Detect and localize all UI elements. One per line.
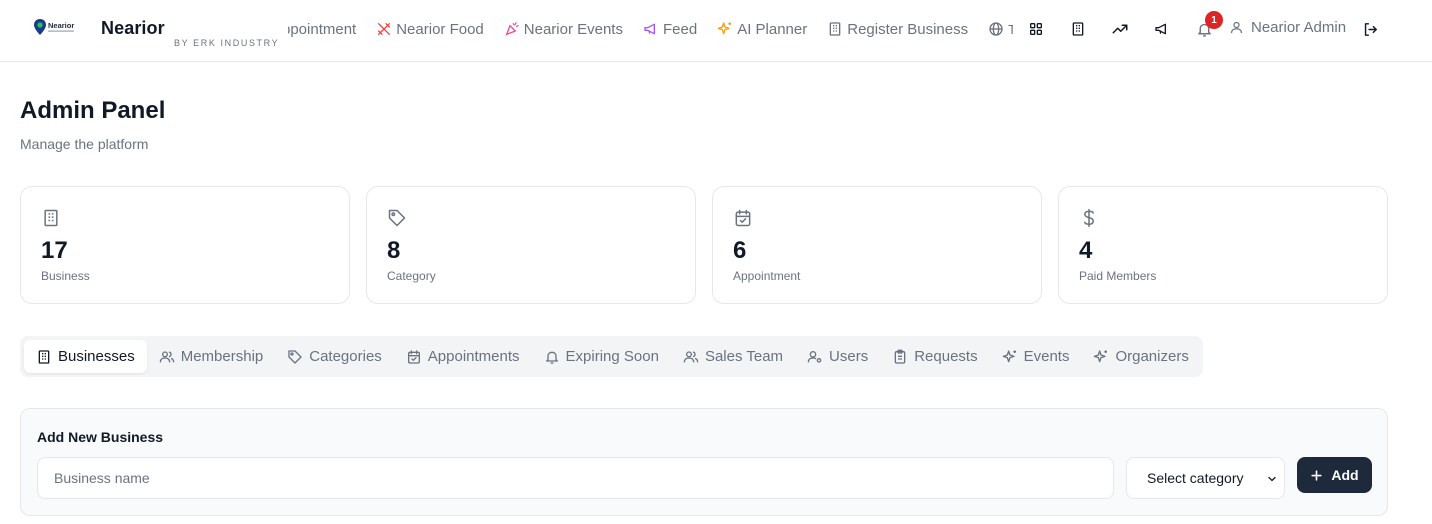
- building-icon: [829, 22, 841, 36]
- sparkles-icon: [1002, 349, 1016, 362]
- tag-icon: [288, 349, 302, 364]
- logout-icon: [1364, 22, 1377, 36]
- nav-link-ai-planner[interactable]: AI Planner: [717, 21, 807, 38]
- plus-icon: [1311, 469, 1323, 481]
- megaphone-icon: [1155, 23, 1166, 35]
- globe-icon: [989, 22, 1003, 36]
- user-menu[interactable]: Nearior Admin: [1229, 19, 1346, 36]
- tab-label: Events: [1023, 348, 1070, 365]
- nav-link-label: Nearior Food: [396, 20, 484, 38]
- admin-tabs: Businesses Membership Categories Appoint…: [20, 336, 1203, 377]
- tab-organizers[interactable]: Organizers: [1081, 340, 1200, 373]
- tab-sales-team[interactable]: Sales Team: [671, 340, 795, 373]
- add-business-button[interactable]: Add: [1297, 457, 1372, 493]
- stat-label: Appointment: [733, 269, 801, 283]
- announcements-button[interactable]: [1153, 20, 1171, 38]
- tab-label: Sales Team: [704, 348, 784, 365]
- sparkles-icon: [717, 22, 732, 35]
- stat-card-paid-members: 4 Paid Members: [1058, 186, 1388, 304]
- nav-link-register-business[interactable]: Register Business: [827, 21, 968, 38]
- users-icon: [683, 350, 699, 362]
- calendar-check-icon: [733, 208, 753, 228]
- building-icon: [1072, 22, 1084, 36]
- tab-users[interactable]: Users: [795, 340, 880, 373]
- bell-icon: [545, 351, 558, 364]
- brand-name[interactable]: Nearior: [101, 18, 165, 39]
- main-nav: ppointment Nearior Food Nearior Events F…: [288, 18, 1013, 40]
- stat-label: Category: [387, 269, 436, 283]
- business-button[interactable]: [1069, 20, 1087, 38]
- page-subtitle: Manage the platform: [20, 136, 149, 152]
- building-icon: [41, 208, 61, 228]
- chevron-down-icon: [1268, 476, 1276, 482]
- stat-value: 17: [41, 237, 68, 264]
- form-title: Add New Business: [37, 429, 164, 445]
- nav-link-label: Register Business: [847, 20, 969, 38]
- nav-link-label: ppointment: [288, 20, 357, 38]
- nav-link-appointment[interactable]: ppointment: [288, 21, 356, 38]
- language-label: TR: [1008, 21, 1013, 37]
- tab-label: Appointments: [427, 348, 520, 365]
- analytics-button[interactable]: [1111, 20, 1129, 38]
- brand-logo[interactable]: Nearior: [33, 16, 79, 38]
- tab-label: Expiring Soon: [565, 348, 659, 365]
- nav-link-nearior-food[interactable]: Nearior Food: [376, 21, 484, 38]
- nav-link-label: Nearior Events: [523, 20, 623, 38]
- tab-expiring-soon[interactable]: Expiring Soon: [532, 340, 671, 373]
- language-switcher[interactable]: TR: [988, 21, 1013, 37]
- tab-businesses[interactable]: Businesses: [24, 340, 147, 373]
- party-icon: [505, 22, 519, 36]
- business-name-input[interactable]: [37, 457, 1114, 499]
- tab-requests[interactable]: Requests: [880, 340, 989, 373]
- tab-categories[interactable]: Categories: [275, 340, 394, 373]
- category-select[interactable]: Select category: [1126, 457, 1285, 499]
- stat-label: Paid Members: [1079, 269, 1157, 283]
- stat-value: 4: [1079, 237, 1093, 264]
- add-business-form: Add New Business Select category Add: [20, 408, 1388, 516]
- user-name: Nearior Admin: [1251, 19, 1347, 36]
- tab-label: Users: [829, 348, 869, 365]
- user-icon: [1230, 21, 1243, 34]
- notification-badge: 1: [1205, 11, 1223, 29]
- top-navbar: Nearior Nearior BY ERK INDUSTRY ppointme…: [0, 0, 1432, 62]
- logo-text: Nearior: [48, 21, 74, 30]
- users-icon: [159, 350, 175, 362]
- tab-label: Organizers: [1115, 348, 1189, 365]
- trending-up-icon: [1112, 24, 1128, 34]
- stat-label: Business: [41, 269, 90, 283]
- brand-subtitle: BY ERK INDUSTRY: [174, 38, 280, 48]
- tab-membership[interactable]: Membership: [147, 340, 276, 373]
- tab-label: Businesses: [58, 348, 135, 365]
- category-select-value: Select category: [1147, 470, 1244, 486]
- page-title: Admin Panel: [20, 97, 166, 124]
- megaphone-icon: [644, 23, 655, 35]
- user-cog-icon: [807, 350, 822, 363]
- tab-label: Requests: [914, 348, 978, 365]
- stat-card-appointment: 6 Appointment: [712, 186, 1042, 304]
- tag-icon: [387, 208, 407, 228]
- nav-link-label: Feed: [662, 20, 698, 38]
- add-button-label: Add: [1331, 467, 1359, 483]
- dollar-icon: [1079, 208, 1099, 228]
- dashboard-button[interactable]: [1027, 20, 1045, 38]
- stat-card-category: 8 Category: [366, 186, 696, 304]
- utensils-icon: [378, 23, 391, 35]
- logout-button[interactable]: [1361, 20, 1379, 38]
- tab-label: Membership: [180, 348, 264, 365]
- nav-link-label: AI Planner: [737, 20, 808, 38]
- tab-events[interactable]: Events: [990, 340, 1082, 373]
- stat-value: 6: [733, 237, 747, 264]
- nav-link-nearior-events[interactable]: Nearior Events: [504, 21, 623, 38]
- sparkles-icon: [1094, 349, 1108, 362]
- nav-link-feed[interactable]: Feed: [643, 21, 697, 38]
- calendar-check-icon: [407, 349, 420, 364]
- stat-value: 8: [387, 237, 401, 264]
- clipboard-icon: [894, 349, 906, 364]
- stat-card-business: 17 Business: [20, 186, 350, 304]
- building-icon: [38, 349, 50, 364]
- tab-appointments[interactable]: Appointments: [394, 340, 532, 373]
- tab-label: Categories: [309, 348, 382, 365]
- grid-icon: [1030, 22, 1042, 35]
